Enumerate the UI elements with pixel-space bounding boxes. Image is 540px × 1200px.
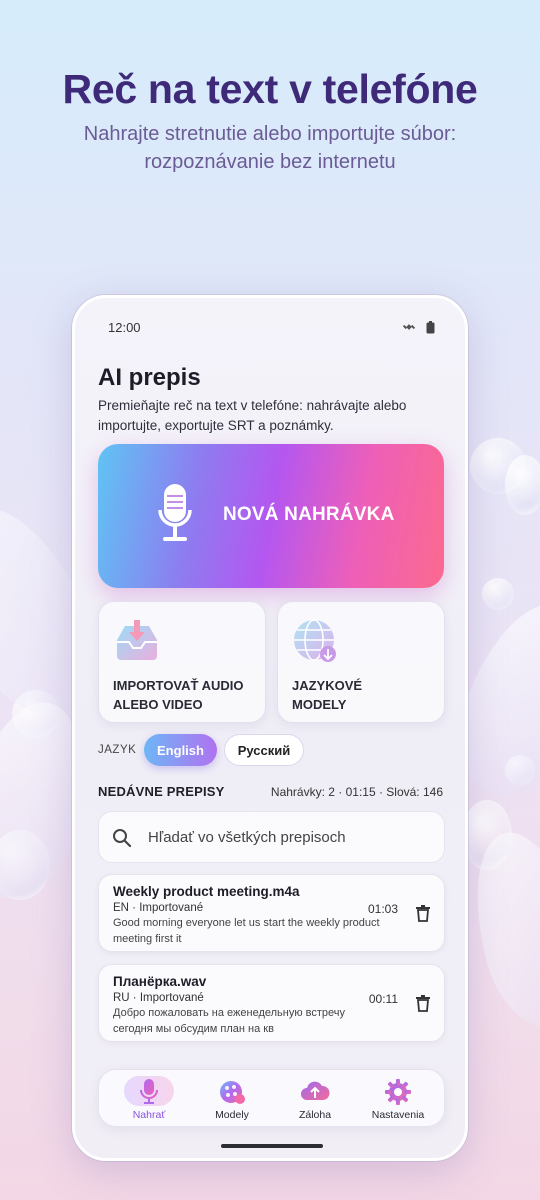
- recording-duration: 00:11: [368, 992, 398, 1006]
- nav-settings[interactable]: Nastavenia: [357, 1076, 439, 1124]
- import-tile-label: IMPORTOVAŤ AUDIO ALEBO VIDEO: [113, 676, 263, 714]
- search-icon: [112, 828, 132, 853]
- satellite-icon: [402, 320, 416, 334]
- recording-duration: 01:03: [367, 902, 398, 916]
- language-models-tile[interactable]: JAZYKOVÉ MODELY: [277, 601, 445, 723]
- recent-stats: Nahrávky: 2 · 01:15 · Slová: 146: [270, 785, 443, 799]
- app-title: AI prepis: [98, 364, 201, 391]
- app-description: Premieňajte reč na text v telefóne: nahr…: [98, 398, 407, 433]
- models-label-line1: JAZYKOVÉ: [292, 678, 363, 693]
- home-indicator[interactable]: [221, 1144, 323, 1148]
- globe-download-icon: [292, 618, 340, 671]
- import-tray-icon: [113, 618, 161, 667]
- trash-icon[interactable]: [416, 905, 430, 927]
- cloud-upload-icon: [300, 1078, 330, 1109]
- nav-models[interactable]: Modely: [191, 1076, 273, 1124]
- gear-icon: [384, 1078, 412, 1111]
- nav-models-label: Modely: [215, 1109, 249, 1121]
- decor-bubble: [505, 455, 540, 515]
- language-label: JAZYK: [98, 744, 137, 756]
- search-placeholder: Hľadať vo všetkých prepisoch: [148, 829, 346, 846]
- import-audio-video-tile[interactable]: IMPORTOVAŤ AUDIO ALEBO VIDEO: [98, 601, 266, 723]
- import-label-line1: IMPORTOVAŤ AUDIO: [113, 678, 244, 693]
- import-label-line2: ALEBO VIDEO: [113, 697, 203, 712]
- recent-transcripts-title: NEDÁVNE PREPISY: [98, 784, 225, 799]
- nav-backup-label: Záloha: [298, 1109, 332, 1121]
- recording-meta: RU · Importované: [113, 992, 204, 1004]
- phone-frame: 12:00 AI prepis Premieňajte reč na text …: [72, 295, 468, 1161]
- recording-item[interactable]: Weekly product meeting.m4a EN · Importov…: [98, 874, 445, 952]
- decor-bubble: [482, 578, 514, 610]
- new-recording-label: NOVÁ NAHRÁVKA: [223, 504, 395, 525]
- nav-record[interactable]: Nahrať: [108, 1076, 190, 1124]
- hero-subtitle: Nahrajte stretnutie alebo importujte súb…: [40, 120, 500, 176]
- nav-record-label: Nahrať: [132, 1109, 166, 1121]
- language-chip-english[interactable]: English: [144, 734, 217, 766]
- microphone-icon: [158, 482, 192, 553]
- recording-meta: EN · Importované: [113, 902, 204, 914]
- bottom-navigation: Nahrať Modely Záloha Nastavenia: [98, 1069, 445, 1127]
- hero-subtitle-line1: Nahrajte stretnutie alebo importujte súb…: [83, 123, 457, 145]
- search-input[interactable]: Hľadať vo všetkých prepisoch: [98, 811, 445, 863]
- recording-item[interactable]: Планёрка.wav RU · Importované 00:11 Добр…: [98, 964, 445, 1042]
- status-time: 12:00: [108, 320, 141, 335]
- models-icon: [218, 1078, 246, 1111]
- models-tile-label: JAZYKOVÉ MODELY: [292, 676, 442, 714]
- trash-icon[interactable]: [416, 995, 430, 1017]
- recording-snippet: Good morning everyone let us start the w…: [113, 917, 380, 945]
- hero-subtitle-line2: rozpoznávanie bez internetu: [144, 151, 396, 173]
- new-recording-button[interactable]: NOVÁ NAHRÁVKA: [98, 444, 444, 588]
- recording-name: Планёрка.wav: [113, 974, 207, 989]
- language-chip-russian[interactable]: Русский: [224, 734, 304, 766]
- recording-snippet: Добро пожаловать на еженедельную встречу…: [113, 1007, 346, 1035]
- nav-backup[interactable]: Záloha: [274, 1076, 356, 1124]
- status-icons: [402, 320, 435, 334]
- battery-icon: [426, 320, 435, 334]
- microphone-icon: [138, 1078, 160, 1111]
- recording-name: Weekly product meeting.m4a: [113, 884, 300, 899]
- nav-settings-label: Nastavenia: [371, 1109, 425, 1121]
- models-label-line2: MODELY: [292, 697, 347, 712]
- hero-title: Reč na text v telefóne: [62, 66, 478, 112]
